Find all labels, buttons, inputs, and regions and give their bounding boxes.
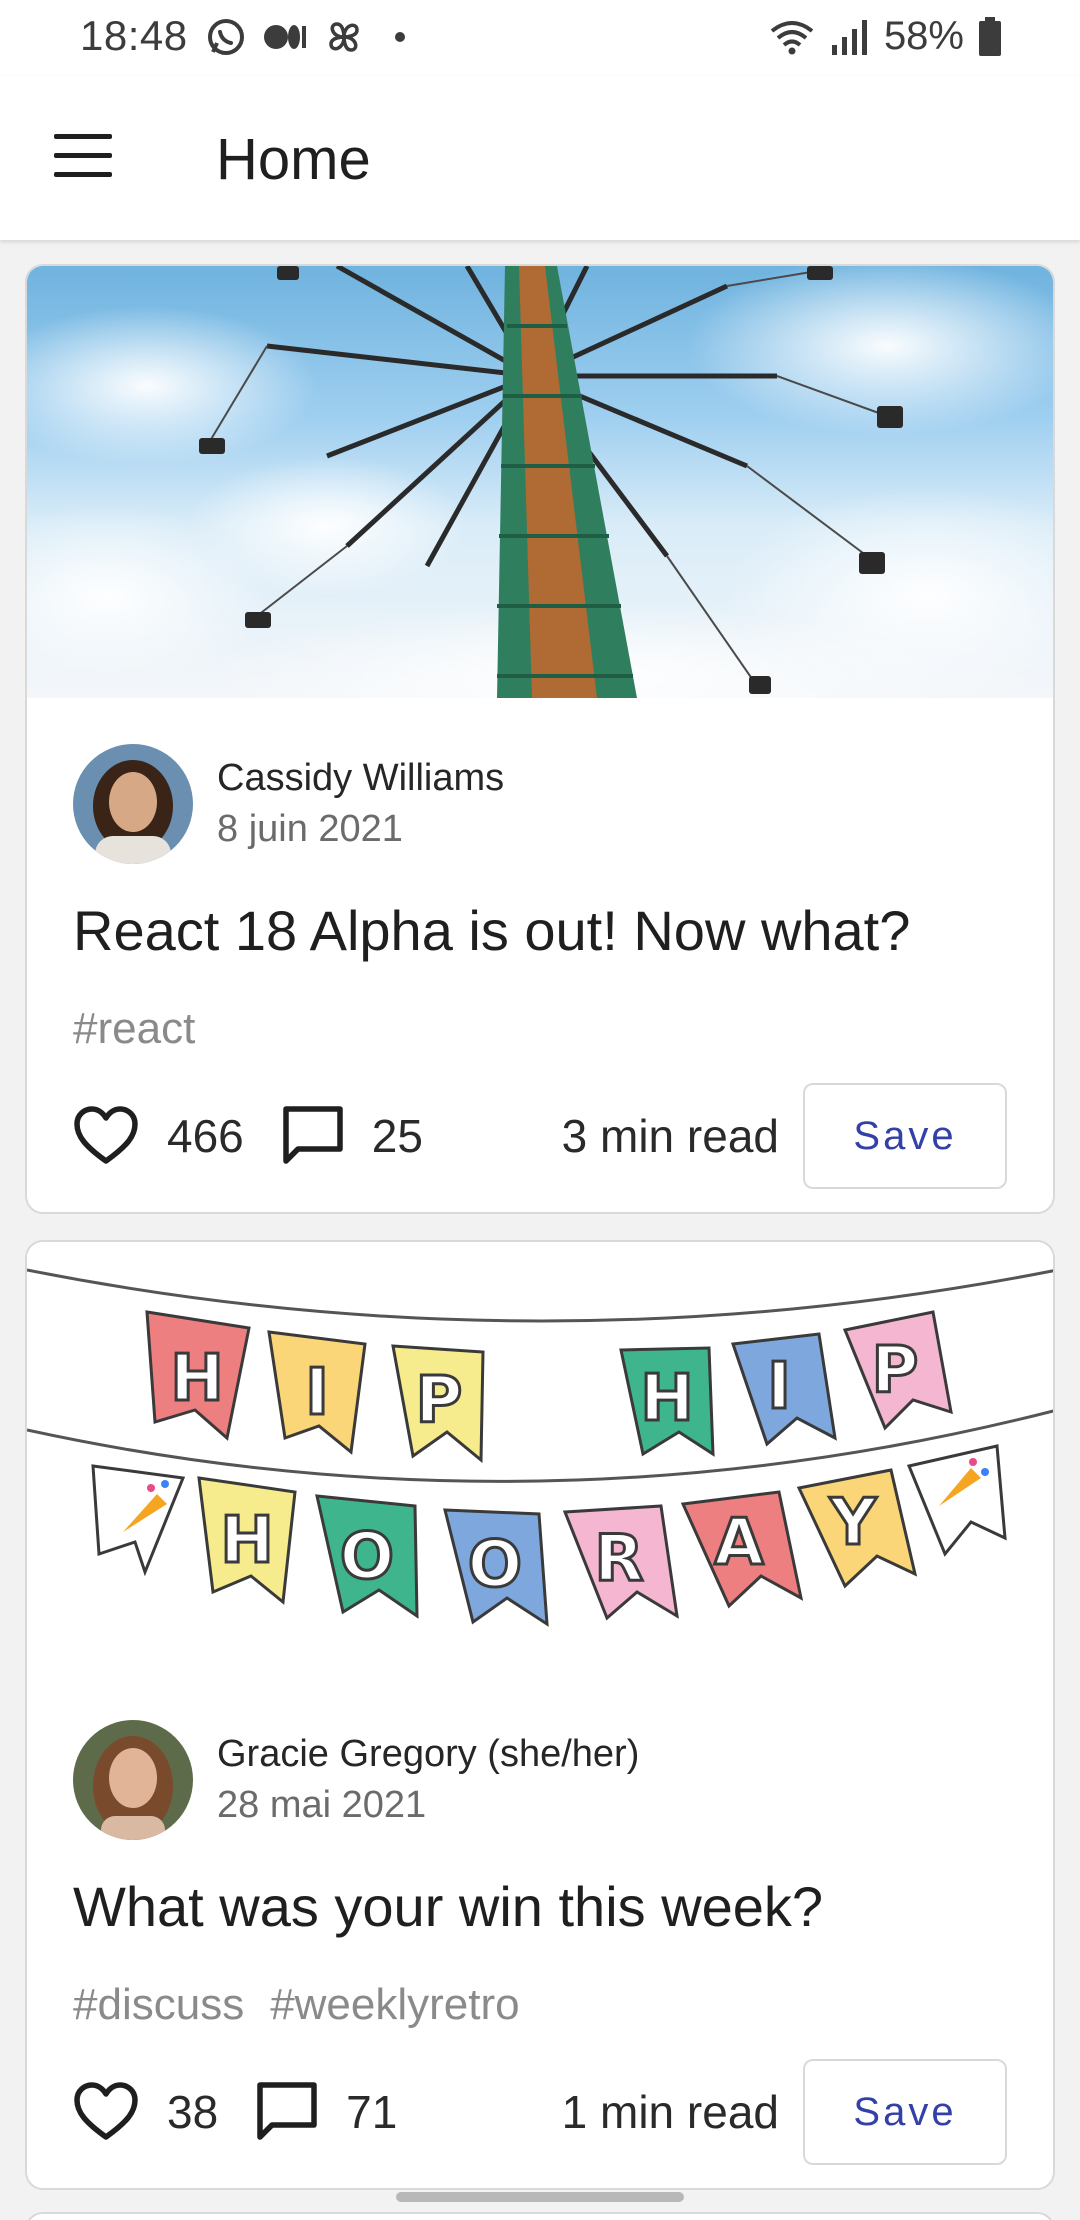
svg-text:O: O [468,1528,522,1602]
post-title[interactable]: React 18 Alpha is out! Now what? [73,898,910,963]
status-time: 18:48 [80,12,188,59]
page-title: Home [216,127,371,192]
hamburger-menu-icon[interactable] [54,134,112,178]
article-card-partial[interactable] [25,2212,1055,2220]
comments-count: 25 [371,1110,423,1162]
status-icons-left [205,16,405,58]
author-name[interactable]: Gracie Gregory (she/her) [217,1733,639,1776]
author-name[interactable]: Cassidy Williams [217,757,504,800]
tag-list: #react [73,1004,195,1054]
status-icons-right: 58% [768,14,1002,59]
svg-text:Y: Y [829,1486,877,1560]
read-time: 1 min read [561,2086,779,2138]
pinwheel-icon [329,22,359,52]
save-button[interactable]: Save [803,2059,1007,2165]
heart-icon [74,2082,138,2140]
save-button[interactable]: Save [803,1083,1007,1189]
swing-ride-illustration [27,266,1053,698]
article-card[interactable]: H I P H I P H O O R A Y Gracie Gregory (… [25,1240,1055,2190]
svg-text:H: H [640,1362,694,1436]
post-title[interactable]: What was your win this week? [73,1874,823,1939]
battery-percentage: 58% [883,14,964,58]
post-meta-row: 38 71 1 min read Save [73,2059,1007,2165]
app-bar: Home [0,76,1080,240]
author-row[interactable]: Gracie Gregory (she/her) 28 mai 2021 [73,1720,639,1840]
read-time: 3 min read [561,1110,779,1162]
signal-icon [831,19,867,55]
svg-text:I: I [767,1350,791,1424]
medium-icon [264,25,306,49]
comment-icon [283,1106,343,1164]
article-card[interactable]: Cassidy Williams 8 juin 2021 React 18 Al… [25,264,1055,1214]
home-indicator[interactable] [396,2192,684,2202]
tag[interactable]: #react [73,1004,195,1054]
author-row[interactable]: Cassidy Williams 8 juin 2021 [73,744,504,864]
reactions-button[interactable]: 38 [73,2082,218,2142]
svg-text:P: P [872,1334,919,1408]
svg-text:O: O [340,1520,394,1594]
reactions-count: 466 [167,1110,244,1162]
comments-count: 71 [346,2086,398,2138]
comments-button[interactable]: 71 [256,2081,397,2143]
svg-text:P: P [416,1364,463,1438]
wifi-icon [770,20,814,54]
avatar[interactable] [73,1720,193,1840]
post-date: 28 mai 2021 [217,1784,427,1826]
comments-button[interactable]: 25 [282,1105,423,1167]
notification-dot [395,32,405,42]
comment-icon [257,2082,317,2140]
battery-icon [979,16,1001,56]
svg-text:H: H [170,1342,224,1416]
article-cover-image[interactable] [27,266,1053,698]
svg-text:H: H [220,1504,274,1578]
post-date: 8 juin 2021 [217,808,403,850]
bunting-banner-illustration: H I P H I P H O O R A Y [27,1268,1053,1627]
status-bar: 18:48 58% [0,0,1080,76]
heart-icon [74,1106,138,1164]
post-meta-row: 466 25 3 min read Save [73,1083,1007,1189]
avatar[interactable] [73,744,193,864]
svg-text:I: I [305,1356,329,1430]
tag-list: #discuss #weeklyretro [73,1980,520,2030]
article-cover-image[interactable]: H I P H I P H O O R A Y [27,1242,1053,1714]
svg-text:R: R [594,1522,643,1596]
svg-text:A: A [714,1506,764,1580]
reactions-button[interactable]: 466 [73,1106,244,1166]
tag[interactable]: #weeklyretro [270,1980,519,2030]
tag[interactable]: #discuss [73,1980,244,2030]
reactions-count: 38 [167,2086,219,2138]
whatsapp-icon [208,19,244,55]
